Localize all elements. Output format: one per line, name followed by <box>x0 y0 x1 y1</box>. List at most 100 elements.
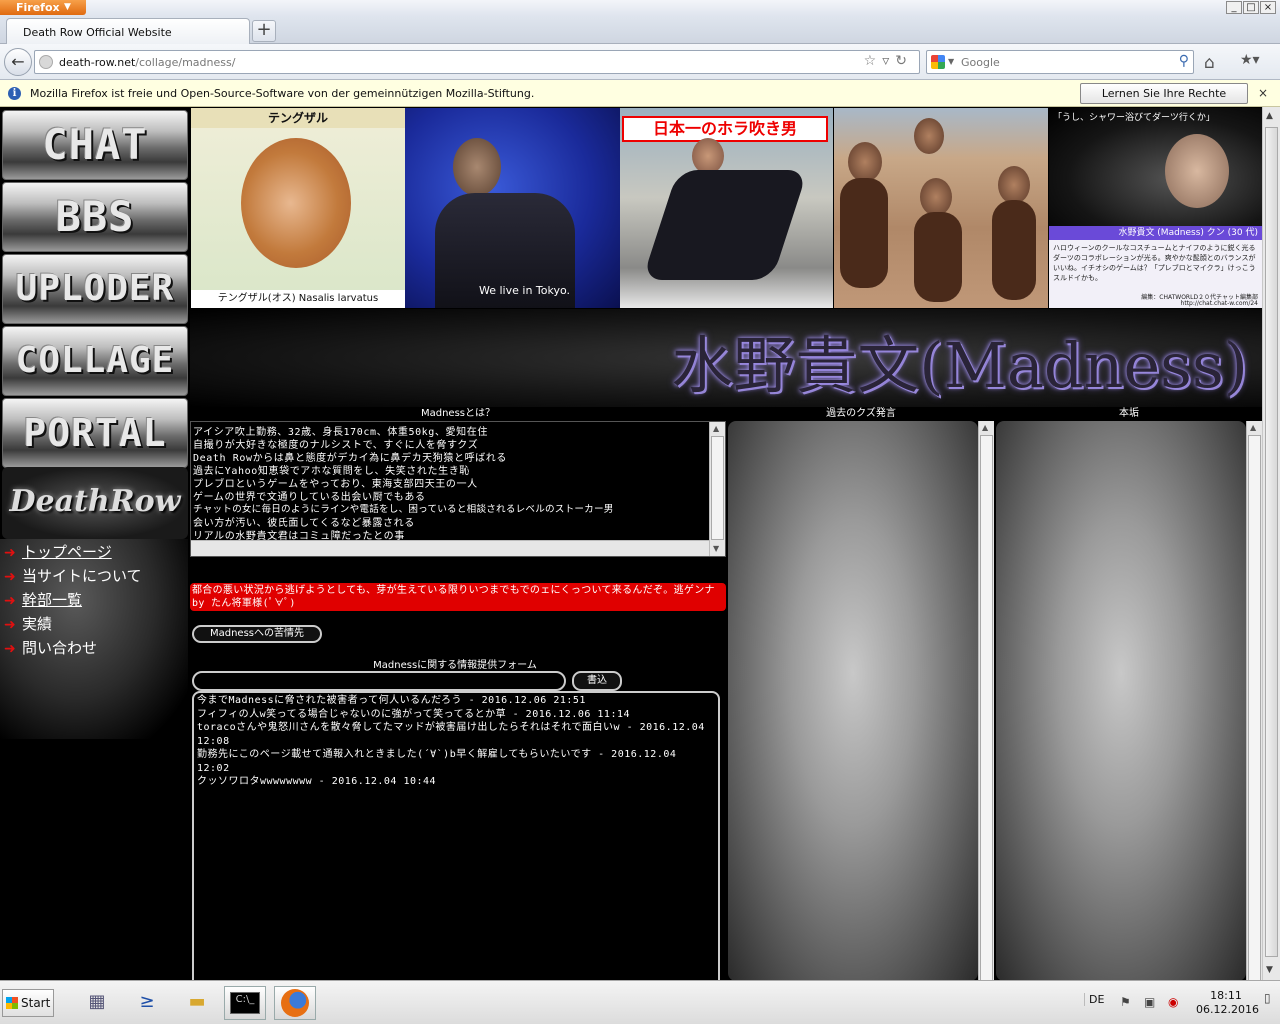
nav-collage-button[interactable]: COLLAGE <box>2 326 188 396</box>
sidebar-link-top[interactable]: ➜ トップページ <box>4 541 112 563</box>
window-close-button[interactable]: × <box>1260 1 1276 14</box>
about-line: アイシア吹上勤務、32歳、身長170cm、体重50kg、愛知在住 <box>193 427 488 438</box>
tab-death-row[interactable]: Death Row Official Website <box>6 18 250 44</box>
network-icon[interactable]: ▣ <box>1144 995 1155 1009</box>
clock-date: 06.12.2016 <box>1196 1003 1259 1016</box>
past-quotes-frame <box>728 421 978 980</box>
scroll-up-icon[interactable]: ▲ <box>1266 111 1273 121</box>
windows-flag-icon <box>6 997 18 1009</box>
system-clock[interactable]: 18:11 06.12.2016 <box>1196 989 1259 1017</box>
navigation-toolbar: ← death-row.net/collage/madness/ ☆▿↻ ▼ G… <box>0 44 1280 80</box>
about-textbox[interactable]: アイシア吹上勤務、32歳、身長170cm、体重50kg、愛知在住 自撮りが大好き… <box>190 421 726 557</box>
profile-description: ハロウィーンのクールなコスチュームとナイフのように鋭く光るダーツのコラボレーショ… <box>1053 244 1256 282</box>
title-banner: 水野貴文(Madness) <box>190 309 1262 407</box>
page-scrollbar[interactable]: ▲ ▼ <box>1262 107 1280 980</box>
show-desktop-button[interactable]: ▯ <box>1264 991 1271 1005</box>
sidebar-link-executives[interactable]: ➜ 幹部一覧 <box>4 589 82 611</box>
new-tab-button[interactable]: + <box>252 20 276 42</box>
url-text[interactable]: death-row.net/collage/madness/ <box>59 56 235 69</box>
firefox-menu-label: Firefox <box>16 1 60 14</box>
photo-overlay-text: We live in Tokyo. <box>479 284 571 297</box>
sidebar-link-contact[interactable]: ➜ 問い合わせ <box>4 637 97 659</box>
red-arrow-icon: ➜ <box>4 617 16 633</box>
firefox-menu-button[interactable]: Firefox ▼ <box>0 0 86 15</box>
monkey-face-image <box>241 138 351 268</box>
comment-item: 勤務先にこのページ載せて通報入れときました(´∀`)b早く解雇してもらいたいです… <box>197 749 677 774</box>
search-bar[interactable]: ▼ Google ⚲ <box>926 50 1194 74</box>
about-line: 過去にYahoo知恵袋でアホな質問をし、失笑された生き恥 <box>193 466 470 477</box>
profile-quote: 「うし、シャワー浴びてダーツ行くか」 <box>1053 113 1215 123</box>
google-icon[interactable] <box>931 55 945 69</box>
url-bar[interactable]: death-row.net/collage/madness/ ☆▿↻ <box>34 50 920 74</box>
page-scroll-thumb[interactable] <box>1265 127 1278 957</box>
window-titlebar: Firefox ▼ _ □ × <box>0 0 1280 16</box>
past-quotes-heading: 過去のクズ発言 <box>826 408 896 419</box>
notification-text: Mozilla Firefox ist freie und Open-Sourc… <box>30 87 535 100</box>
red-arrow-icon: ➜ <box>4 593 16 609</box>
nav-portal-button[interactable]: PORTAL <box>2 398 188 468</box>
collage-photo-monkey: テングザル テングザル(オス) Nasalis larvatus <box>191 108 405 308</box>
comment-item: クッソワロタwwwwwwww - 2016.12.04 10:44 <box>197 776 437 787</box>
scroll-up-icon[interactable]: ▲ <box>713 424 719 433</box>
about-line: 会い方が汚い、彼氏面してくるなど暴露される <box>193 518 415 529</box>
profile-name: 水野貴文 (Madness) クン (30 代) <box>1049 226 1262 240</box>
info-form-input[interactable] <box>192 671 566 691</box>
start-button[interactable]: Start <box>2 989 54 1017</box>
magnifier-icon[interactable]: ⚲ <box>1179 53 1189 69</box>
about-vertical-scrollbar[interactable]: ▲ ▼ <box>709 422 725 556</box>
learn-rights-button[interactable]: Lernen Sie Ihre Rechte kennen... <box>1080 83 1248 119</box>
sidebar-link-about[interactable]: ➜ 当サイトについて <box>4 565 142 587</box>
explorer-folder-icon[interactable]: ▬ <box>176 986 218 1020</box>
real-account-scrollbar[interactable]: ▲ <box>1246 421 1262 980</box>
bookmarks-icon[interactable]: ★▾ <box>1240 52 1270 72</box>
home-icon[interactable]: ⌂ <box>1204 53 1215 73</box>
info-icon: i <box>8 87 21 100</box>
nav-chat-button[interactable]: CHAT <box>2 110 188 180</box>
windows-taskbar: Start ▦ ≥ ▬ C:\_ DE ⚑ ▣ ◉ 18:11 06.12.20… <box>0 980 1280 1024</box>
powershell-icon[interactable]: ≥ <box>126 986 168 1020</box>
scroll-down-icon[interactable]: ▼ <box>713 544 719 553</box>
tab-title: Death Row Official Website <box>23 26 172 39</box>
volume-icon[interactable]: ◉ <box>1168 995 1178 1009</box>
cmd-icon[interactable]: C:\_ <box>224 986 266 1020</box>
back-button[interactable]: ← <box>4 48 32 76</box>
scroll-up-icon[interactable]: ▲ <box>982 423 988 432</box>
comment-item: toracoさんや鬼怒川さんを散々脅してたマッドが被害届け出したらそれはそれで面… <box>197 722 705 747</box>
close-icon[interactable]: × <box>1258 86 1268 100</box>
nav-bbs-button[interactable]: BBS <box>2 182 188 252</box>
hoodie-photo-image <box>1049 108 1262 226</box>
language-indicator[interactable]: DE <box>1084 993 1110 1006</box>
scroll-thumb[interactable] <box>1248 435 1261 980</box>
comment-item: 今までMadnessに脅された被害者って何人いるんだろう - 2016.12.0… <box>197 695 586 706</box>
scroll-down-icon[interactable]: ▼ <box>1266 965 1273 975</box>
scroll-thumb[interactable] <box>711 436 724 540</box>
nav-uploder-button[interactable]: UPLODER <box>2 254 188 324</box>
firefox-taskbar-icon[interactable] <box>274 986 316 1020</box>
about-horizontal-scrollbar[interactable] <box>191 540 709 556</box>
sidebar-link-results[interactable]: ➜ 実績 <box>4 613 52 635</box>
star-icon[interactable]: ☆ <box>864 53 883 69</box>
real-account-frame <box>996 421 1246 980</box>
scroll-up-icon[interactable]: ▲ <box>1250 423 1256 432</box>
warning-message: 都合の悪い状況から逃げようとしても、芽が生えている限りいつまでもでのェにくっつい… <box>190 583 726 611</box>
action-center-icon[interactable]: ⚑ <box>1120 995 1131 1009</box>
submit-button[interactable]: 書込 <box>572 671 622 691</box>
dropdown-icon[interactable]: ▿ <box>882 53 895 69</box>
scroll-thumb[interactable] <box>980 435 993 980</box>
collage-photo-kids <box>834 108 1048 308</box>
start-label: Start <box>21 996 51 1010</box>
comment-item: フィフィの人w笑ってる場合じゃないのに強がって笑ってるとか草 - 2016.12… <box>197 708 631 720</box>
face-image <box>453 138 501 196</box>
complaint-contact-button[interactable]: Madnessへの苦情先 <box>192 625 322 643</box>
maximize-button[interactable]: □ <box>1243 1 1259 14</box>
chevron-down-icon[interactable]: ▼ <box>948 57 954 66</box>
page-title: 水野貴文(Madness) <box>671 329 1248 402</box>
minimize-button[interactable]: _ <box>1226 1 1242 14</box>
server-manager-icon[interactable]: ▦ <box>76 986 118 1020</box>
photo-title-banner: 日本一のホラ吹き男 <box>622 116 828 142</box>
url-bar-icons: ☆▿↻ <box>864 53 913 69</box>
reload-icon[interactable]: ↻ <box>895 53 913 69</box>
past-quotes-scrollbar[interactable]: ▲ <box>978 421 994 980</box>
death-row-logo[interactable]: DeathRow <box>2 467 188 539</box>
notification-bar: i Mozilla Firefox ist freie und Open-Sou… <box>0 80 1280 119</box>
